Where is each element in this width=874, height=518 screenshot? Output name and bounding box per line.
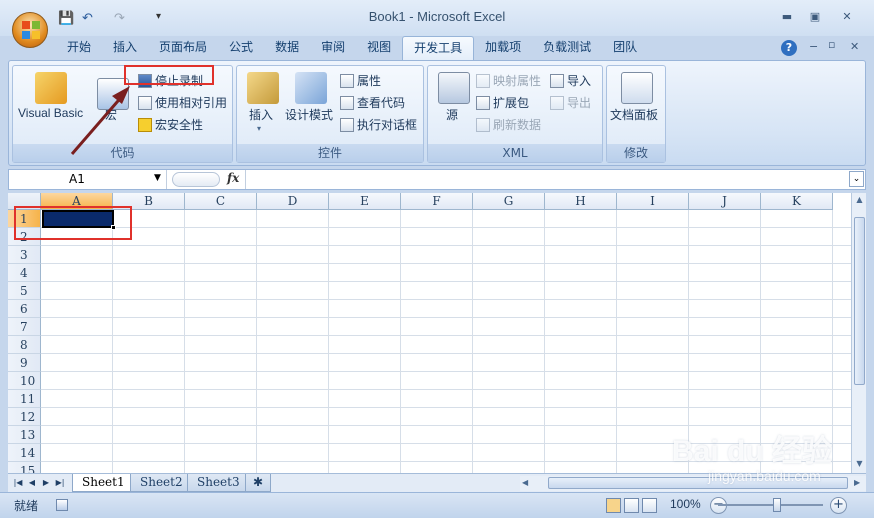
watermark-url: jingyan.baidu.com xyxy=(708,468,821,484)
office-logo-icon xyxy=(22,21,40,39)
office-button[interactable] xyxy=(12,12,48,48)
watermark-logo: Bai du 经验 xyxy=(672,435,833,468)
